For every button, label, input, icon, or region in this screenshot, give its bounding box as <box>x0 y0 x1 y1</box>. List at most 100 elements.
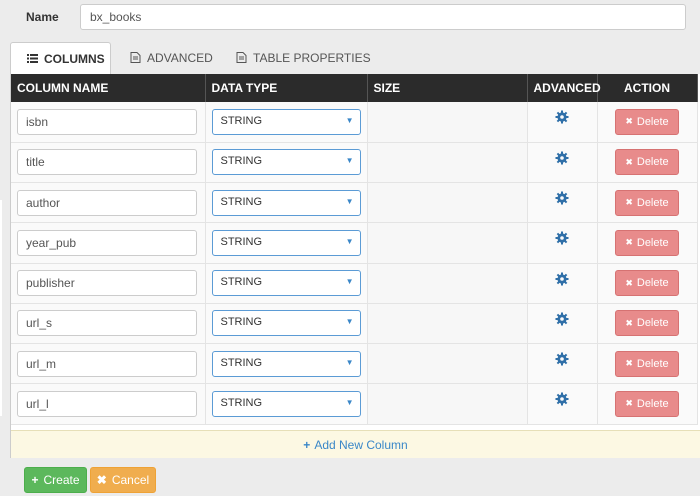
add-new-column-button[interactable]: + Add New Column <box>11 430 700 458</box>
caret-down-icon: ▼ <box>345 357 354 367</box>
data-type-select[interactable]: STRING ▼ <box>211 189 361 216</box>
tab-label: ADVANCED <box>147 51 213 65</box>
tab-table-properties[interactable]: TABLE PROPERTIES <box>236 42 371 74</box>
delete-label: Delete <box>636 397 669 410</box>
column-name-input[interactable] <box>17 310 197 337</box>
delete-label: Delete <box>636 317 669 330</box>
data-type-cell: STRING ▼ <box>205 343 368 385</box>
close-icon: ✖ <box>625 277 633 288</box>
data-type-select[interactable]: STRING ▼ <box>211 390 361 417</box>
delete-button[interactable]: ✖ Delete <box>615 390 679 417</box>
data-type-value: STRING <box>220 356 263 369</box>
cancel-label: Cancel <box>111 473 150 487</box>
caret-down-icon: ▼ <box>345 277 354 287</box>
advanced-cell <box>527 182 598 224</box>
caret-down-icon: ▼ <box>345 196 354 206</box>
list-icon <box>27 54 38 63</box>
header-column-name: COLUMN NAME <box>11 74 206 102</box>
tab-advanced[interactable]: ADVANCED <box>130 42 213 74</box>
data-type-value: STRING <box>220 195 263 208</box>
caret-down-icon: ▼ <box>345 236 354 246</box>
data-type-cell: STRING ▼ <box>205 263 368 304</box>
column-name-input[interactable] <box>17 189 197 216</box>
size-cell <box>367 303 528 345</box>
name-label: Name <box>26 10 59 24</box>
gear-icon[interactable] <box>555 352 569 366</box>
delete-button[interactable]: ✖ Delete <box>615 229 679 256</box>
header-size: SIZE <box>367 74 528 102</box>
close-icon: ✖ <box>625 116 633 127</box>
delete-button[interactable]: ✖ Delete <box>615 350 679 377</box>
data-type-select[interactable]: STRING ▼ <box>211 310 361 337</box>
size-cell <box>367 182 528 224</box>
close-icon: ✖ <box>625 358 633 369</box>
delete-button[interactable]: ✖ Delete <box>615 149 679 176</box>
data-type-cell: STRING ▼ <box>205 182 368 224</box>
document-icon <box>236 52 247 63</box>
action-cell: ✖ Delete <box>597 343 698 385</box>
delete-label: Delete <box>636 236 669 249</box>
data-type-value: STRING <box>220 114 263 127</box>
column-name-cell <box>11 343 206 385</box>
gear-icon[interactable] <box>555 312 569 326</box>
caret-down-icon: ▼ <box>345 317 354 327</box>
table-name-input[interactable] <box>80 4 686 30</box>
size-cell <box>367 263 528 304</box>
gear-icon[interactable] <box>555 151 569 165</box>
data-type-value: STRING <box>220 396 263 409</box>
column-name-cell <box>11 182 206 224</box>
delete-button[interactable]: ✖ Delete <box>615 310 679 337</box>
column-name-input[interactable] <box>17 270 197 297</box>
column-name-input[interactable] <box>17 390 197 417</box>
advanced-cell <box>527 142 598 184</box>
table-row: STRING ▼ ✖ Delete <box>11 263 698 304</box>
data-type-select[interactable]: STRING ▼ <box>211 270 361 297</box>
column-name-input[interactable] <box>17 229 197 256</box>
column-name-cell <box>11 383 206 425</box>
action-cell: ✖ Delete <box>597 383 698 425</box>
advanced-cell <box>527 222 598 264</box>
caret-down-icon: ▼ <box>345 397 354 407</box>
columns-table: COLUMN NAME DATA TYPE SIZE ADVANCED ACTI… <box>11 74 698 425</box>
table-row: STRING ▼ ✖ Delete <box>11 142 698 184</box>
column-name-input[interactable] <box>17 350 197 377</box>
gear-icon[interactable] <box>555 392 569 406</box>
column-name-cell <box>11 263 206 304</box>
size-cell <box>367 383 528 425</box>
plus-icon: + <box>303 437 311 452</box>
column-name-input[interactable] <box>17 108 197 135</box>
delete-button[interactable]: ✖ Delete <box>615 108 679 135</box>
column-name-input[interactable] <box>17 149 197 176</box>
delete-button[interactable]: ✖ Delete <box>615 270 679 297</box>
close-icon: ✖ <box>96 473 107 487</box>
create-label: Create <box>43 473 80 487</box>
table-row: STRING ▼ ✖ Delete <box>11 383 698 425</box>
tab-columns[interactable]: COLUMNS <box>10 42 111 74</box>
tab-label: COLUMNS <box>44 52 105 66</box>
gear-icon[interactable] <box>555 272 569 286</box>
create-button[interactable]: + Create <box>24 467 87 493</box>
data-type-cell: STRING ▼ <box>205 303 368 345</box>
action-cell: ✖ Delete <box>597 222 698 264</box>
name-row: Name <box>0 0 700 36</box>
gear-icon[interactable] <box>555 231 569 245</box>
action-cell: ✖ Delete <box>597 263 698 304</box>
gear-icon[interactable] <box>555 191 569 205</box>
size-cell <box>367 102 528 143</box>
column-name-cell <box>11 102 206 143</box>
delete-button[interactable]: ✖ Delete <box>615 189 679 216</box>
data-type-cell: STRING ▼ <box>205 222 368 264</box>
data-type-select[interactable]: STRING ▼ <box>211 149 361 176</box>
data-type-select[interactable]: STRING ▼ <box>211 108 361 135</box>
column-name-cell <box>11 303 206 345</box>
gear-icon[interactable] <box>555 110 569 124</box>
cancel-button[interactable]: ✖ Cancel <box>90 467 156 493</box>
data-type-select[interactable]: STRING ▼ <box>211 350 361 377</box>
column-name-cell <box>11 142 206 184</box>
size-cell <box>367 343 528 385</box>
tab-label: TABLE PROPERTIES <box>253 51 371 65</box>
header-action: ACTION <box>597 74 698 102</box>
create-table-form: Name COLUMNS ADVANCED TABLE PROPERTIES <box>0 0 700 496</box>
file-icon <box>130 52 141 63</box>
data-type-select[interactable]: STRING ▼ <box>211 229 361 256</box>
